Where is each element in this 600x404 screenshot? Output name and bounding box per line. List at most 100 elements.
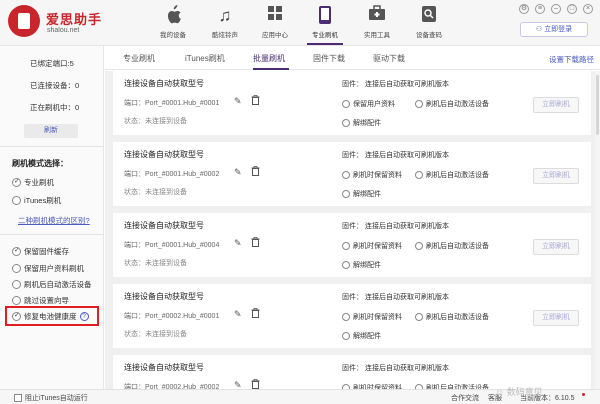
- mode-label: iTunes刷机: [24, 196, 62, 205]
- radio-icon: [12, 264, 21, 273]
- user-icon: ⚇: [535, 26, 545, 33]
- tab-pro-flash[interactable]: 专业刷机: [123, 53, 155, 64]
- radio-icon: [342, 171, 350, 179]
- set-download-path-link[interactable]: 设置下载路径: [549, 54, 594, 65]
- tab-batch-flash[interactable]: 批量刷机: [253, 53, 285, 64]
- device-status: 状态：未连接到设备: [124, 331, 187, 338]
- option-label: 解绑配件: [353, 120, 381, 127]
- radio-icon: [415, 242, 423, 250]
- trash-icon[interactable]: [251, 379, 260, 389]
- firmware-label: 固件： 连接后自动获取可刷机版本: [342, 365, 449, 372]
- edit-icon[interactable]: ✎: [234, 380, 242, 389]
- flash-now-button[interactable]: 立即刷机: [533, 310, 579, 326]
- edit-icon[interactable]: ✎: [234, 96, 242, 107]
- device-card: 连接设备自动获取型号 端口：Port_#0002.Hub_#0002 ✎ 固件：…: [113, 355, 591, 389]
- option-auto-activate-radio[interactable]: 刷机后自动激活设备: [415, 241, 489, 251]
- flash-now-button[interactable]: 立即刷机: [533, 168, 579, 184]
- mode-pro-radio[interactable]: 专业刷机: [12, 177, 54, 188]
- flash-now-button[interactable]: 立即刷机: [533, 239, 579, 255]
- nav-tools[interactable]: 实用工具: [352, 3, 402, 43]
- option-auto-activate-radio[interactable]: 刷机后自动激活设备: [415, 170, 489, 180]
- option-auto-activate[interactable]: 刷机后自动激活设备: [12, 279, 92, 290]
- maximize-icon[interactable]: □: [567, 4, 577, 14]
- close-icon[interactable]: ×: [583, 4, 593, 14]
- nav-ringtones[interactable]: ♫ 酷炫铃声: [200, 3, 250, 43]
- radio-icon: [342, 261, 350, 269]
- option-keep-data-radio[interactable]: 刷机时保留资料: [342, 241, 402, 251]
- device-card: 连接设备自动获取型号 端口：Port_#0001.Hub_#0001 ✎ 状态：…: [113, 71, 591, 135]
- port-label: 端口：Port_#0001.Hub_#0001: [124, 100, 220, 107]
- option-label: 刷机后自动激活设备: [426, 243, 489, 250]
- tab-driver-download[interactable]: 驱动下载: [373, 53, 405, 64]
- radio-icon: [12, 196, 21, 205]
- option-unbind-accessory-radio[interactable]: 解绑配件: [342, 118, 381, 128]
- trash-icon[interactable]: [251, 95, 260, 105]
- trash-icon[interactable]: [251, 237, 260, 247]
- edit-icon[interactable]: ✎: [234, 309, 242, 320]
- block-itunes-checkbox[interactable]: 阻止iTunes自动运行: [14, 393, 88, 403]
- radio-checked-icon: [12, 177, 21, 187]
- device-model-title: 连接设备自动获取型号: [124, 150, 204, 159]
- scrollbar-thumb[interactable]: [596, 75, 599, 135]
- checkbox-icon: [14, 394, 22, 402]
- device-model-title: 连接设备自动获取型号: [124, 363, 204, 372]
- app-logo: [8, 5, 40, 37]
- option-keep-data-radio[interactable]: 刷机时保留资料: [342, 312, 402, 322]
- brand-name: 爱思助手: [46, 12, 103, 27]
- option-keep-data-radio[interactable]: 刷机时保留资料: [342, 170, 402, 180]
- device-card: 连接设备自动获取型号 端口：Port_#0001.Hub_#0002 ✎ 状态：…: [113, 142, 591, 206]
- firmware-label: 固件： 连接后自动获取可刷机版本: [342, 81, 449, 88]
- option-keep-data-radio[interactable]: 保留用户资料: [342, 99, 395, 109]
- option-keep-cache[interactable]: 保留固件缓存: [12, 246, 69, 257]
- nav-my-device[interactable]: 我的设备: [148, 3, 198, 43]
- option-unbind-accessory-radio[interactable]: 解绑配件: [342, 260, 381, 270]
- trash-icon[interactable]: [251, 166, 260, 176]
- flashing-stat: 正在刷机中：0: [30, 103, 80, 112]
- flash-now-button[interactable]: 立即刷机: [533, 97, 579, 113]
- edit-icon[interactable]: ✎: [234, 238, 242, 249]
- option-keep-user-data[interactable]: 保留用户资料刷机: [12, 263, 84, 274]
- device-status: 状态：未连接到设备: [124, 118, 187, 125]
- bound-ports-stat: 已绑定端口:5: [30, 59, 74, 68]
- option-auto-activate-radio[interactable]: 刷机后自动激活设备: [415, 312, 489, 322]
- minimize-icon[interactable]: –: [551, 4, 561, 14]
- tab-bar: 专业刷机 iTunes刷机 批量刷机 固件下载 驱动下载 设置下载路径: [105, 46, 600, 70]
- option-skip-setup[interactable]: 跳过设置向导: [12, 295, 69, 306]
- nav-device-check[interactable]: 设备查码: [404, 3, 454, 43]
- toolbox-icon: [367, 5, 387, 27]
- settings-icon[interactable]: ⚙: [519, 4, 529, 14]
- grid-icon: [265, 5, 285, 27]
- sidebar: 已绑定端口:5 已连接设备：0 正在刷机中：0 刷新 刷机模式选择： 专业刷机 …: [0, 46, 104, 389]
- option-auto-activate-radio[interactable]: 刷机后自动激活设备: [415, 99, 489, 109]
- menu-icon[interactable]: ≡: [535, 4, 545, 14]
- option-label: 刷机时保留资料: [353, 243, 402, 250]
- radio-icon: [342, 190, 350, 198]
- option-unbind-accessory-radio[interactable]: 解绑配件: [342, 331, 381, 341]
- update-dot: [582, 393, 585, 396]
- port-label: 端口：Port_#0001.Hub_#0004: [124, 242, 220, 249]
- login-button[interactable]: ⚇ 立即登录: [520, 22, 588, 37]
- nav-active-underline: [307, 43, 343, 45]
- device-model-title: 连接设备自动获取型号: [124, 221, 204, 230]
- scrollbar[interactable]: [595, 71, 600, 389]
- nav-app-center[interactable]: 应用中心: [250, 3, 300, 43]
- divider: [0, 146, 104, 147]
- device-model-title: 连接设备自动获取型号: [124, 79, 204, 88]
- cooperation-link[interactable]: 合作交流: [451, 393, 479, 403]
- device-list: 连接设备自动获取型号 端口：Port_#0001.Hub_#0001 ✎ 状态：…: [105, 71, 595, 389]
- tab-itunes-flash[interactable]: iTunes刷机: [185, 53, 225, 64]
- tab-firmware-download[interactable]: 固件下载: [313, 53, 345, 64]
- nav-label: 我的设备: [160, 32, 186, 39]
- nav-pro-flash[interactable]: 专业刷机: [300, 3, 350, 43]
- option-label: 保留固件缓存: [24, 247, 69, 256]
- refresh-button[interactable]: 刷新: [24, 124, 78, 138]
- option-label: 保留用户资料: [353, 101, 395, 108]
- mode-itunes-radio[interactable]: iTunes刷机: [12, 195, 61, 206]
- trash-icon[interactable]: [251, 308, 260, 318]
- option-label: 解绑配件: [353, 262, 381, 269]
- edit-icon[interactable]: ✎: [234, 167, 242, 178]
- mode-difference-link[interactable]: 二种刷机模式的区别?: [18, 215, 90, 226]
- apple-icon: [163, 5, 183, 27]
- radio-icon: [415, 313, 423, 321]
- option-unbind-accessory-radio[interactable]: 解绑配件: [342, 189, 381, 199]
